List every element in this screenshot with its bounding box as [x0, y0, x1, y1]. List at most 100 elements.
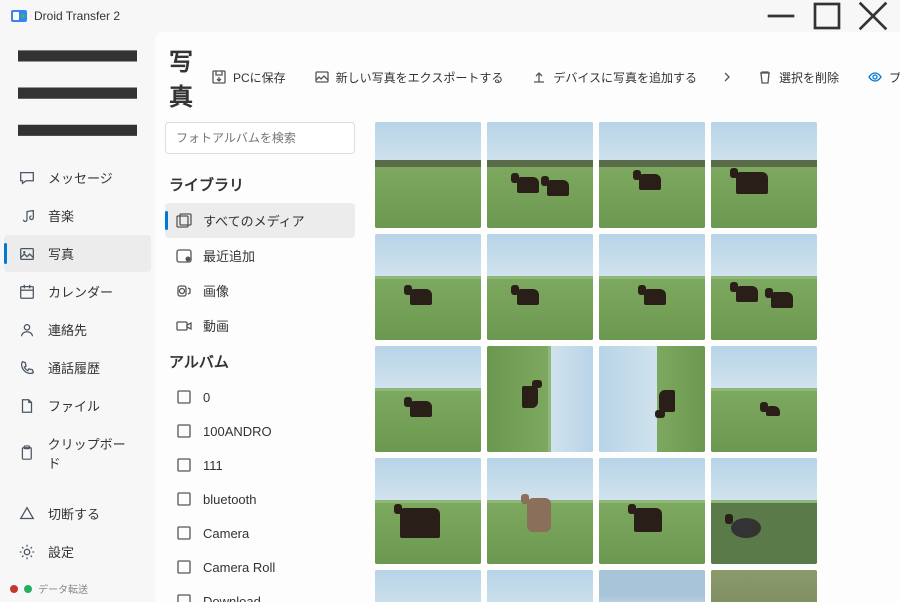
library-videos[interactable]: 動画	[165, 308, 355, 343]
toolbar: 写真 PCに保存 新しい写真をエクスポートする デバイスに写真を追加する 選択を…	[155, 32, 900, 122]
nav-label: メッセージ	[48, 168, 113, 187]
album-icon	[175, 558, 193, 576]
album-item[interactable]: bluetooth	[165, 482, 355, 516]
photo-thumb[interactable]	[599, 570, 705, 602]
album-label: bluetooth	[203, 492, 257, 507]
nav-photos[interactable]: 写真	[4, 235, 151, 272]
nav-disconnect[interactable]: 切断する	[4, 495, 151, 532]
search-input[interactable]	[165, 122, 355, 154]
nav-label: 設定	[48, 542, 74, 561]
more-button[interactable]	[715, 63, 739, 91]
photo-thumb[interactable]	[487, 458, 593, 564]
library-images[interactable]: 画像	[165, 273, 355, 308]
photo-thumb[interactable]	[711, 570, 817, 602]
library-recent[interactable]: 最近追加	[165, 238, 355, 273]
clipboard-icon	[18, 444, 36, 462]
add-device-button[interactable]: デバイスに写真を追加する	[521, 63, 707, 92]
nav-rail: メッセージ 音楽 写真 カレンダー 連絡先 通話履歴	[0, 32, 155, 602]
album-item[interactable]: 100ANDRO	[165, 414, 355, 448]
album-icon	[175, 490, 193, 508]
album-item[interactable]: 111	[165, 448, 355, 482]
maximize-button[interactable]	[804, 0, 850, 32]
disconnect-icon	[18, 505, 36, 523]
status-dot-red	[10, 585, 18, 593]
photo-grid	[365, 122, 900, 602]
nav-label: 通話履歴	[48, 358, 100, 377]
album-label: 100ANDRO	[203, 424, 272, 439]
delete-selection-button[interactable]: 選択を削除	[747, 63, 849, 92]
recent-icon	[175, 247, 193, 265]
album-item[interactable]: Camera Roll	[165, 550, 355, 584]
photo-thumb[interactable]	[711, 346, 817, 452]
statusbar: データ転送	[0, 575, 155, 602]
nav-label: 連絡先	[48, 320, 87, 339]
status-label: データ転送	[38, 581, 88, 596]
tool-label: 選択を削除	[779, 69, 839, 86]
album-item[interactable]: Camera	[165, 516, 355, 550]
photo-sidebar: ライブラリ すべてのメディア 最近追加 画像 動画 アルバム	[155, 122, 365, 602]
nav-calendar[interactable]: カレンダー	[4, 273, 151, 310]
image-icon	[175, 282, 193, 300]
album-item[interactable]: 0	[165, 380, 355, 414]
nav-label: カレンダー	[48, 282, 113, 301]
list-label: すべてのメディア	[203, 211, 305, 230]
content: 写真 PCに保存 新しい写真をエクスポートする デバイスに写真を追加する 選択を…	[155, 32, 900, 602]
export-icon	[314, 69, 330, 85]
nav-clipboard[interactable]: クリップボード	[4, 425, 151, 481]
album-label: 111	[203, 458, 223, 473]
photo-thumb[interactable]	[711, 458, 817, 564]
close-button[interactable]	[850, 0, 896, 32]
nav-label: 音楽	[48, 206, 74, 225]
album-label: Camera	[203, 526, 249, 541]
hamburger-button[interactable]	[0, 32, 155, 154]
photo-thumb[interactable]	[375, 570, 481, 602]
eye-icon	[867, 69, 883, 85]
nav-files[interactable]: ファイル	[4, 387, 151, 424]
tool-label: デバイスに写真を追加する	[553, 69, 697, 86]
album-icon	[175, 456, 193, 474]
nav-messages[interactable]: メッセージ	[4, 159, 151, 196]
photo-thumb[interactable]	[375, 122, 481, 228]
photo-thumb[interactable]	[711, 122, 817, 228]
photo-thumb[interactable]	[375, 346, 481, 452]
nav-label: 写真	[48, 244, 74, 263]
album-icon	[175, 388, 193, 406]
photo-thumb[interactable]	[487, 234, 593, 340]
minimize-button[interactable]	[758, 0, 804, 32]
album-label: Download	[203, 594, 261, 602]
photo-thumb[interactable]	[599, 346, 705, 452]
message-icon	[18, 169, 36, 187]
save-pc-button[interactable]: PCに保存	[201, 63, 296, 92]
photo-thumb[interactable]	[599, 122, 705, 228]
album-item[interactable]: Download	[165, 584, 355, 602]
nav-label: 切断する	[48, 504, 100, 523]
page-title: 写真	[169, 42, 193, 112]
call-icon	[18, 359, 36, 377]
chevron-right-icon	[719, 69, 735, 85]
photo-thumb[interactable]	[487, 570, 593, 602]
photo-thumb[interactable]	[599, 234, 705, 340]
nav-music[interactable]: 音楽	[4, 197, 151, 234]
photo-thumb[interactable]	[599, 458, 705, 564]
media-icon	[175, 212, 193, 230]
nav-contacts[interactable]: 連絡先	[4, 311, 151, 348]
list-label: 画像	[203, 281, 229, 300]
nav-calls[interactable]: 通話履歴	[4, 349, 151, 386]
tool-label: PCに保存	[233, 69, 286, 86]
photo-thumb[interactable]	[487, 346, 593, 452]
preview-button[interactable]: プレビュー	[857, 63, 900, 92]
list-label: 最近追加	[203, 246, 255, 265]
album-label: 0	[203, 390, 210, 405]
status-dot-green	[24, 585, 32, 593]
video-icon	[175, 317, 193, 335]
photo-thumb[interactable]	[375, 234, 481, 340]
library-all-media[interactable]: すべてのメディア	[165, 203, 355, 238]
album-icon	[175, 524, 193, 542]
photo-thumb[interactable]	[711, 234, 817, 340]
photo-thumb[interactable]	[375, 458, 481, 564]
upload-icon	[531, 69, 547, 85]
nav-settings[interactable]: 設定	[4, 533, 151, 570]
photo-thumb[interactable]	[487, 122, 593, 228]
export-new-button[interactable]: 新しい写真をエクスポートする	[304, 63, 514, 92]
file-icon	[18, 397, 36, 415]
